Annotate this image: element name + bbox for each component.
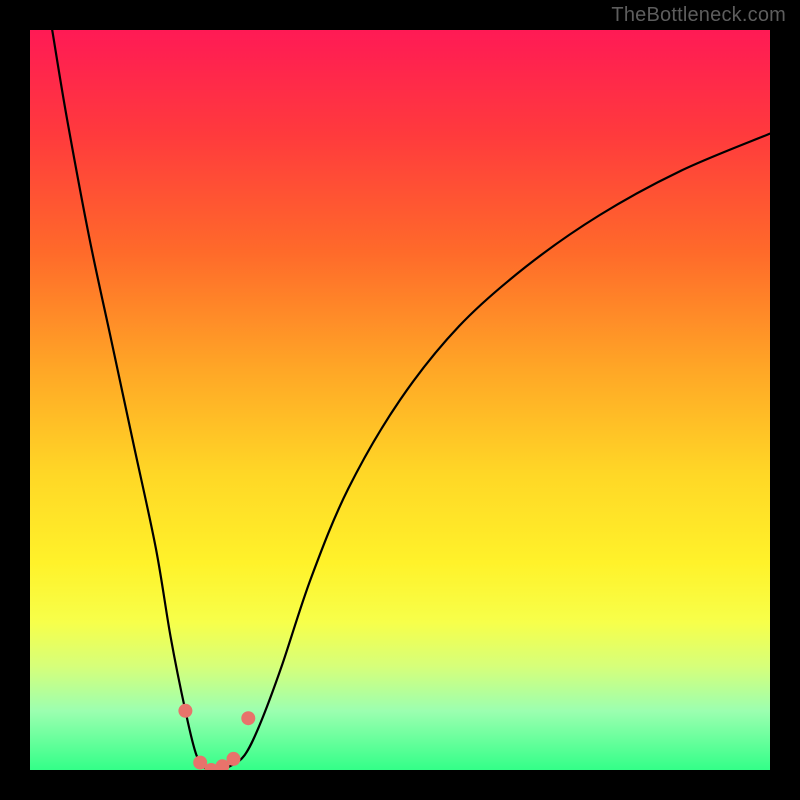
- data-marker: [241, 711, 255, 725]
- data-marker: [178, 704, 192, 718]
- plot-area: [30, 30, 770, 770]
- chart-frame: TheBottleneck.com: [0, 0, 800, 800]
- marker-group: [178, 704, 255, 770]
- data-marker: [227, 752, 241, 766]
- watermark-text: TheBottleneck.com: [611, 4, 786, 27]
- chart-svg: [30, 30, 770, 770]
- bottleneck-curve-path: [52, 30, 770, 770]
